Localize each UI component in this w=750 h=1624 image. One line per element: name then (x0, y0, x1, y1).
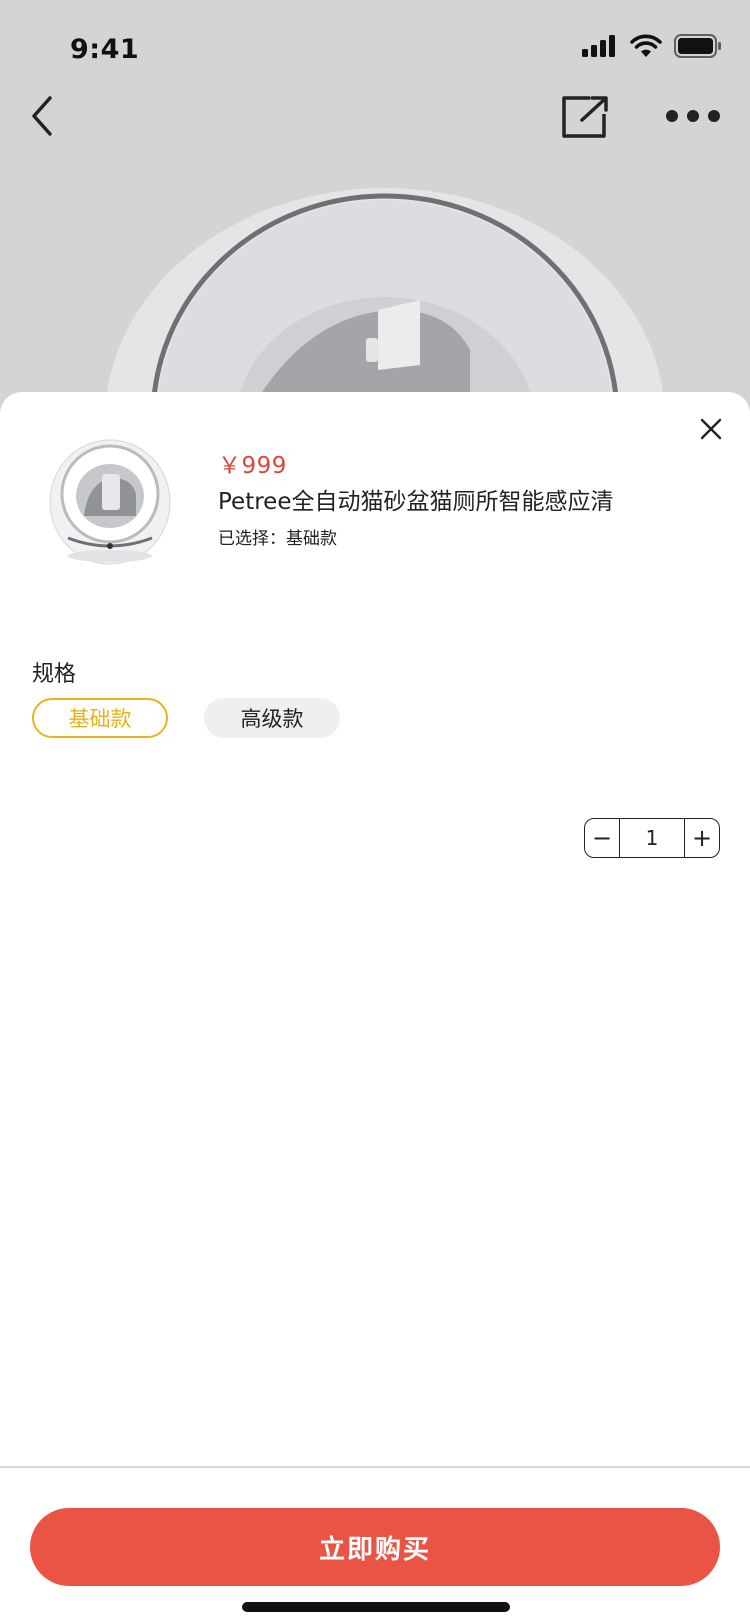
share-icon[interactable] (560, 94, 612, 140)
battery-icon (674, 34, 721, 58)
back-chevron-icon[interactable] (24, 92, 64, 140)
buy-now-button[interactable]: 立即购买 (30, 1508, 720, 1586)
background-product-page: 9:41 (0, 0, 750, 420)
product-hero-image (105, 188, 665, 420)
product-price: ￥999 (218, 453, 287, 479)
selected-variant-row: 已选择：基础款 (218, 524, 337, 549)
product-title: Petree全自动猫砂盆猫厕所智能感应清 (218, 489, 614, 515)
spec-option-premium[interactable]: 高级款 (204, 698, 340, 738)
selected-value: 基础款 (286, 529, 337, 549)
selected-prefix: 已选择： (218, 529, 286, 549)
quantity-value[interactable]: 1 (619, 819, 685, 857)
status-bar: 9:41 (0, 0, 750, 88)
footer-divider (0, 1466, 750, 1468)
sku-bottom-sheet: ￥999 Petree全自动猫砂盆猫厕所智能感应清 已选择：基础款 规格 基础款… (0, 392, 750, 1624)
quantity-stepper: − 1 + (584, 818, 720, 858)
more-dots-icon[interactable] (664, 98, 722, 134)
signal-icon (582, 35, 615, 57)
status-time: 9:41 (70, 34, 140, 65)
close-icon[interactable] (696, 414, 726, 444)
spec-option-basic[interactable]: 基础款 (32, 698, 168, 738)
product-thumbnail (40, 430, 180, 570)
status-icons (582, 34, 722, 58)
quantity-increase-button[interactable]: + (685, 819, 719, 857)
spec-section-label: 规格 (32, 662, 77, 687)
quantity-decrease-button[interactable]: − (585, 819, 619, 857)
home-indicator (242, 1602, 510, 1612)
wifi-icon (630, 34, 662, 57)
top-nav-bar (0, 88, 750, 144)
spec-options: 基础款 高级款 (32, 698, 340, 738)
